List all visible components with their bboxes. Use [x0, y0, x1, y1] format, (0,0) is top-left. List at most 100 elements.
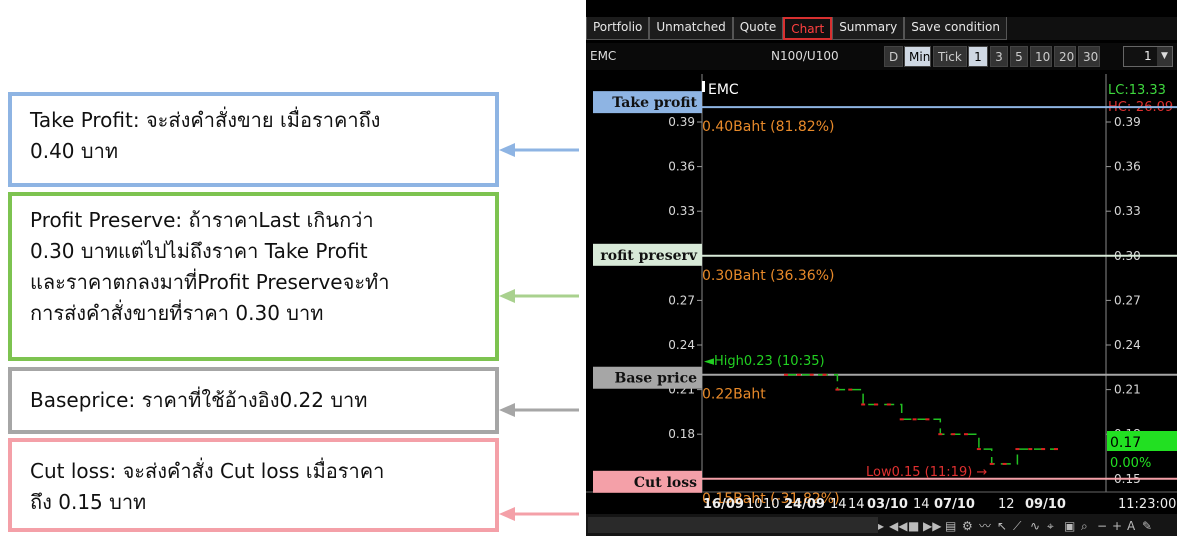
price-point [1041, 448, 1046, 451]
market-label: N100/U100 [771, 49, 839, 63]
period-tick-button[interactable]: Tick [933, 46, 967, 67]
trend-tool-icon[interactable]: ⟋ [1013, 519, 1022, 533]
price-point [938, 433, 943, 436]
interval-5-button[interactable]: 5 [1010, 46, 1028, 67]
zoom-in-icon[interactable]: + [1112, 519, 1122, 533]
stop-icon[interactable]: ■ [908, 519, 919, 533]
price-point [886, 403, 891, 406]
price-point [809, 373, 814, 376]
price-series: ◄High0.23 (10:35) Low0.15 (11:19) → [704, 354, 1058, 480]
price-point [822, 373, 827, 376]
tab-bar: Portfolio Unmatched Quote Chart Summary … [586, 17, 1177, 40]
tab-summary[interactable]: Summary [832, 17, 905, 40]
interval-30-button[interactable]: 30 [1078, 46, 1100, 67]
interval-select[interactable]: 1 ▼ [1123, 46, 1173, 67]
tab-portfolio[interactable]: Portfolio [586, 17, 650, 40]
interval-20-button[interactable]: 20 [1054, 46, 1076, 67]
price-chart-svg: EMC LC:13.33 HC:-26.09 0.39 0.390.36 0.360… [586, 74, 1177, 536]
last-price-value: 0.17 [1110, 435, 1141, 451]
x-tick-label: 07/10 [934, 497, 975, 512]
time-label: 11:23:00 [1118, 497, 1176, 512]
take-profit-note-line: Take Profit: จะส่งคำสั่งขาย เมื่อราคาถึง [30, 108, 381, 132]
price-point [976, 448, 981, 451]
price-point [1054, 448, 1058, 451]
zoom-out-icon[interactable]: − [1097, 519, 1107, 533]
level-price-label: 0.30Baht (36.36%) [702, 268, 834, 284]
y-tick-label-right: 0.21 [1114, 383, 1141, 397]
x-tick-label: 24/09 [784, 497, 825, 512]
indicator-icon[interactable]: 〰 [979, 519, 991, 533]
fibonacci-icon[interactable]: ⌖ [1047, 519, 1054, 533]
y-tick-label-left: 0.36 [668, 160, 695, 174]
price-point [1002, 462, 1007, 465]
title-marker-icon [702, 81, 705, 92]
profit-preserve-note-line: Profit Preserve: ถ้าราคาLast เกินกว่า [30, 208, 374, 232]
y-tick-label-left: 0.18 [668, 427, 695, 441]
interval-select-value: 1 [1144, 49, 1152, 63]
price-point [835, 388, 840, 391]
tab-save-condition[interactable]: Save condition [904, 17, 1007, 40]
price-point [796, 373, 801, 376]
text-tool-icon[interactable]: A [1127, 519, 1136, 533]
draw-cursor-icon[interactable]: ↖ [997, 519, 1007, 533]
price-point [899, 418, 904, 421]
trading-app-panel: Portfolio Unmatched Quote Chart Summary … [586, 0, 1177, 536]
price-point [861, 403, 866, 406]
cut-loss-arrow [499, 507, 579, 521]
price-point [964, 433, 968, 436]
x-tick-label: 16/09 [703, 497, 744, 512]
profit-preserve-note-line: การส่งคำสั่งขายที่ราคา 0.30 บาท [30, 301, 324, 325]
chart-type-icon[interactable]: ▤ [945, 519, 956, 533]
interval-3-button[interactable]: 3 [990, 46, 1008, 67]
tab-unmatched[interactable]: Unmatched [649, 17, 733, 40]
y-tick-label-right: 0.27 [1114, 293, 1141, 307]
take-profit-arrow [499, 143, 579, 157]
x-tick-label: 03/10 [867, 497, 908, 512]
pencil-icon[interactable]: ✎ [1142, 519, 1152, 533]
period-min-button[interactable]: Min [904, 46, 931, 67]
y-tick-label-right: 0.24 [1114, 338, 1141, 352]
tab-chart[interactable]: Chart [783, 17, 833, 40]
price-point [848, 388, 853, 391]
rewind-icon[interactable]: ◀◀ [889, 519, 908, 533]
base-price-note-line: Baseprice: ราคาที่ใช้อ้างอิง0.22 บาท [30, 388, 368, 412]
period-day-button[interactable]: D [884, 46, 904, 67]
save-image-icon[interactable]: ▣ [1064, 519, 1075, 533]
price-point [912, 418, 917, 421]
scroll-right-icon[interactable]: ▸ [878, 519, 884, 533]
x-tick-label: 10 [746, 497, 763, 512]
x-tick-label: 10 [763, 497, 780, 512]
y-axis-ticks: 0.390.390.360.360.330.330.300.300.270.27… [668, 115, 1140, 486]
level-tag-label: Base price [615, 371, 698, 387]
high-marker-label: ◄High0.23 (10:35) [704, 354, 825, 369]
price-point [1028, 448, 1033, 451]
y-tick-label-left: 0.33 [668, 204, 695, 218]
change-percent: 0.00% [1110, 456, 1151, 471]
profit-preserve-note: Profit Preserve: ถ้าราคาLast เกินกว่า 0.… [8, 192, 499, 361]
y-tick-label-right: 0.33 [1114, 204, 1141, 218]
level-tag-label: rofit preserv [600, 248, 697, 264]
price-point [784, 373, 788, 376]
level-tag-label: Take profit [612, 95, 697, 111]
price-point [989, 462, 994, 465]
price-chart[interactable]: EMC LC:13.33 HC:-26.09 0.39 0.39 0.36 0.36 0… [586, 74, 1177, 536]
profit-preserve-arrow [499, 289, 579, 303]
interval-10-button[interactable]: 10 [1030, 46, 1052, 67]
take-profit-note-line: 0.40 บาท [30, 139, 118, 163]
horizontal-scrollbar[interactable] [588, 517, 878, 533]
interval-1-button[interactable]: 1 [968, 46, 988, 67]
cut-loss-note: Cut loss: จะส่งคำสั่ง Cut loss เมื่อราคา… [8, 438, 499, 532]
zoom-icon[interactable]: ⌕ [1081, 519, 1088, 533]
chevron-down-icon[interactable]: ▼ [1157, 47, 1172, 66]
tab-quote[interactable]: Quote [732, 17, 784, 40]
level-price-label: 0.40Baht (81.82%) [702, 119, 834, 135]
chart-title: EMC [708, 82, 739, 98]
fast-forward-icon[interactable]: ▶▶ [923, 519, 942, 533]
settings-gear-icon[interactable]: ⚙ [962, 519, 973, 533]
take-profit-note: Take Profit: จะส่งคำสั่งขาย เมื่อราคาถึง… [8, 92, 499, 187]
base-price-arrow [499, 403, 579, 417]
cut-loss-note-line: Cut loss: จะส่งคำสั่ง Cut loss เมื่อราคา [30, 459, 385, 483]
x-tick-label: 09/10 [1025, 497, 1066, 512]
line-tool-icon[interactable]: ∿ [1030, 519, 1040, 533]
base-price-note: Baseprice: ราคาที่ใช้อ้างอิง0.22 บาท [8, 367, 499, 434]
